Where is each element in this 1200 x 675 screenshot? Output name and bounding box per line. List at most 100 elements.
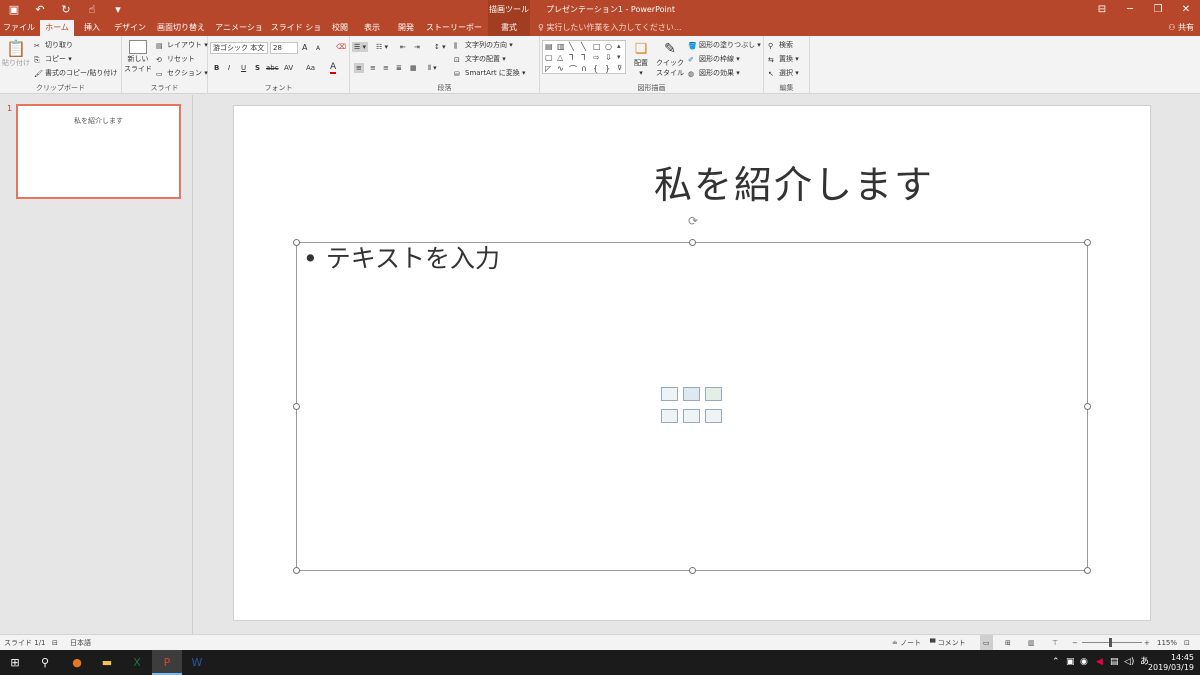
comments-button[interactable]: ▀ コメント [930,635,966,651]
section-button[interactable]: ▭ セクション ▾ [156,68,208,78]
bullet-text[interactable]: • テキストを入力 [303,243,500,275]
down-arrow-shape-icon[interactable]: ⇩ [605,53,612,62]
curve-shape-icon[interactable]: ∿ [557,64,564,73]
quick-styles-button[interactable]: ✎ クイック スタイル [656,40,684,78]
new-slide-button[interactable]: 新しい スライド [124,40,152,74]
line2-shape-icon[interactable]: ╲ [581,42,586,51]
tab-transitions[interactable]: 画面切り替え [154,20,208,36]
resize-handle-tr[interactable] [1084,239,1091,246]
content-placeholder[interactable]: • テキストを入力 [293,239,1091,574]
restore-icon[interactable]: ❐ [1144,0,1172,20]
zoom-in-button[interactable]: + [1144,635,1150,651]
strikethrough-button[interactable]: abc [266,63,279,73]
textbox-shape-icon[interactable]: ▤ [545,42,553,51]
resize-handle-br[interactable] [1084,567,1091,574]
tab-design[interactable]: デザイン [112,20,148,36]
resize-handle-b[interactable] [689,567,696,574]
network-icon[interactable]: ▤ [1110,650,1119,675]
language-indicator[interactable]: 日本語 [70,635,91,651]
tray-chevron-icon[interactable]: ⌃ [1052,650,1060,675]
find-button[interactable]: ⚲ 検索 [768,40,793,50]
shape-outline-button[interactable]: ✐ 図形の枠線 ▾ [688,54,740,64]
insert-picture-icon[interactable] [661,409,678,423]
decrease-indent-icon[interactable]: ⇤ [400,42,406,52]
tell-me-input[interactable]: ♀ 実行したい作業を入力してください... [538,20,682,36]
spell-check-icon[interactable]: ⊟ [52,635,58,651]
tab-insert[interactable]: 挿入 [78,20,106,36]
zoom-out-button[interactable]: − [1072,635,1078,651]
underline-button[interactable]: U [241,63,246,73]
insert-smartart-icon[interactable] [705,387,722,401]
italic-button[interactable]: I [228,63,230,73]
resize-handle-bl[interactable] [293,567,300,574]
save-icon[interactable]: ▣ [6,2,22,18]
close-icon[interactable]: ✕ [1172,0,1200,20]
gallery-more-icon[interactable]: ⊽ [617,64,622,72]
ribbon-display-icon[interactable]: ⊟ [1088,0,1116,20]
copy-button[interactable]: ⎘ コピー ▾ [34,54,72,64]
resize-handle-r[interactable] [1084,403,1091,410]
oval-shape-icon[interactable]: ○ [605,42,612,51]
tab-view[interactable]: 表示 [358,20,386,36]
zoom-level[interactable]: 115% [1157,635,1177,651]
shrink-font-button[interactable]: A [316,44,320,54]
tab-home[interactable]: ホーム [40,20,74,36]
rotate-handle-icon[interactable]: ⟳ [686,214,700,228]
reset-button[interactable]: ⟲ リセット [156,54,195,64]
resize-handle-t[interactable] [689,239,696,246]
resize-handle-l[interactable] [293,403,300,410]
shadow-button[interactable]: S [255,63,260,73]
replace-button[interactable]: ⇆ 置換 ▾ [768,54,799,64]
reading-view-icon[interactable]: ▥ [1028,635,1035,651]
bullets-icon[interactable]: ☰ ▾ [352,42,369,52]
numbering-icon[interactable]: ☷ ▾ [376,42,388,52]
slide-title[interactable]: 私を紹介します [534,154,1054,209]
file-explorer-icon[interactable]: ▬ [92,650,122,675]
columns-icon[interactable]: ⫴ ▾ [428,63,437,73]
select-button[interactable]: ↖ 選択 ▾ [768,68,799,78]
insert-video-icon[interactable] [705,409,722,423]
tab-format[interactable]: 書式 [488,20,530,36]
smartart-button[interactable]: ⛁ SmartArt に変換 ▾ [454,68,526,78]
tab-review[interactable]: 校閲 [328,20,352,36]
slide-thumbnail[interactable]: 私を紹介します [16,104,181,199]
bold-button[interactable]: B [214,63,219,73]
justify-icon[interactable]: ≣ [396,63,402,73]
normal-view-icon[interactable]: ▭ [980,635,993,651]
font-color-button[interactable]: A [330,62,337,74]
fit-slide-icon[interactable]: ⊡ [1184,635,1190,651]
shape-effects-button[interactable]: ◍ 図形の効果 ▾ [688,68,740,78]
zoom-slider-thumb[interactable] [1109,638,1112,647]
line-shape-icon[interactable]: ╲ [569,42,574,51]
font-name-select[interactable]: 游ゴシック 本文 [210,42,268,54]
share-button[interactable]: ⚇ 共有 [1168,20,1194,36]
tab-developer[interactable]: 開発 [392,20,420,36]
search-icon[interactable]: ⚲ [30,650,60,675]
distribute-icon[interactable]: ▦ [410,63,417,73]
char-spacing-button[interactable]: AV [284,63,293,73]
system-clock[interactable]: 14:45 2019/03/19 [1148,653,1194,673]
arrow-shape-icon[interactable]: ⇨ [593,53,600,62]
line-spacing-icon[interactable]: ↕ ▾ [434,42,446,52]
freeform-shape-icon[interactable]: ◸ [545,64,551,73]
tab-storyboard[interactable]: ストーリーボード [426,20,482,48]
brace-right-shape-icon[interactable]: } [605,64,610,73]
tray-alert-icon[interactable]: ◀ [1096,650,1103,675]
shapes-gallery[interactable]: ▤ ▥ ╲ ╲ □ ○ ▢ △ ⅂ ⅂ ⇨ ⇩ ◸ ∿ ⌒ ∩ { } ▴ ▾ … [542,40,626,74]
layout-button[interactable]: ▤ レイアウト ▾ [156,40,208,50]
clear-format-icon[interactable]: ⌫ [336,42,346,52]
triangle-shape-icon[interactable]: △ [557,53,563,62]
format-painter-button[interactable]: 🖌 書式のコピー/貼り付け [34,68,117,78]
tab-slideshow[interactable]: スライド ショー [270,20,322,48]
font-size-select[interactable]: 28 [270,42,298,54]
insert-table-icon[interactable] [661,387,678,401]
slide-canvas[interactable]: 私を紹介します ⟳ • テキストを入力 [233,105,1151,621]
undo-icon[interactable]: ↶ [32,2,48,18]
word-icon[interactable]: W [182,650,212,675]
notes-button[interactable]: ≐ ノート [892,635,921,651]
insert-chart-icon[interactable] [683,387,700,401]
align-right-icon[interactable]: ≡ [383,63,389,73]
align-left-icon[interactable]: ≡ [354,63,364,73]
paste-button[interactable]: 📋 貼り付け [2,40,30,68]
zoom-slider[interactable] [1082,642,1142,643]
